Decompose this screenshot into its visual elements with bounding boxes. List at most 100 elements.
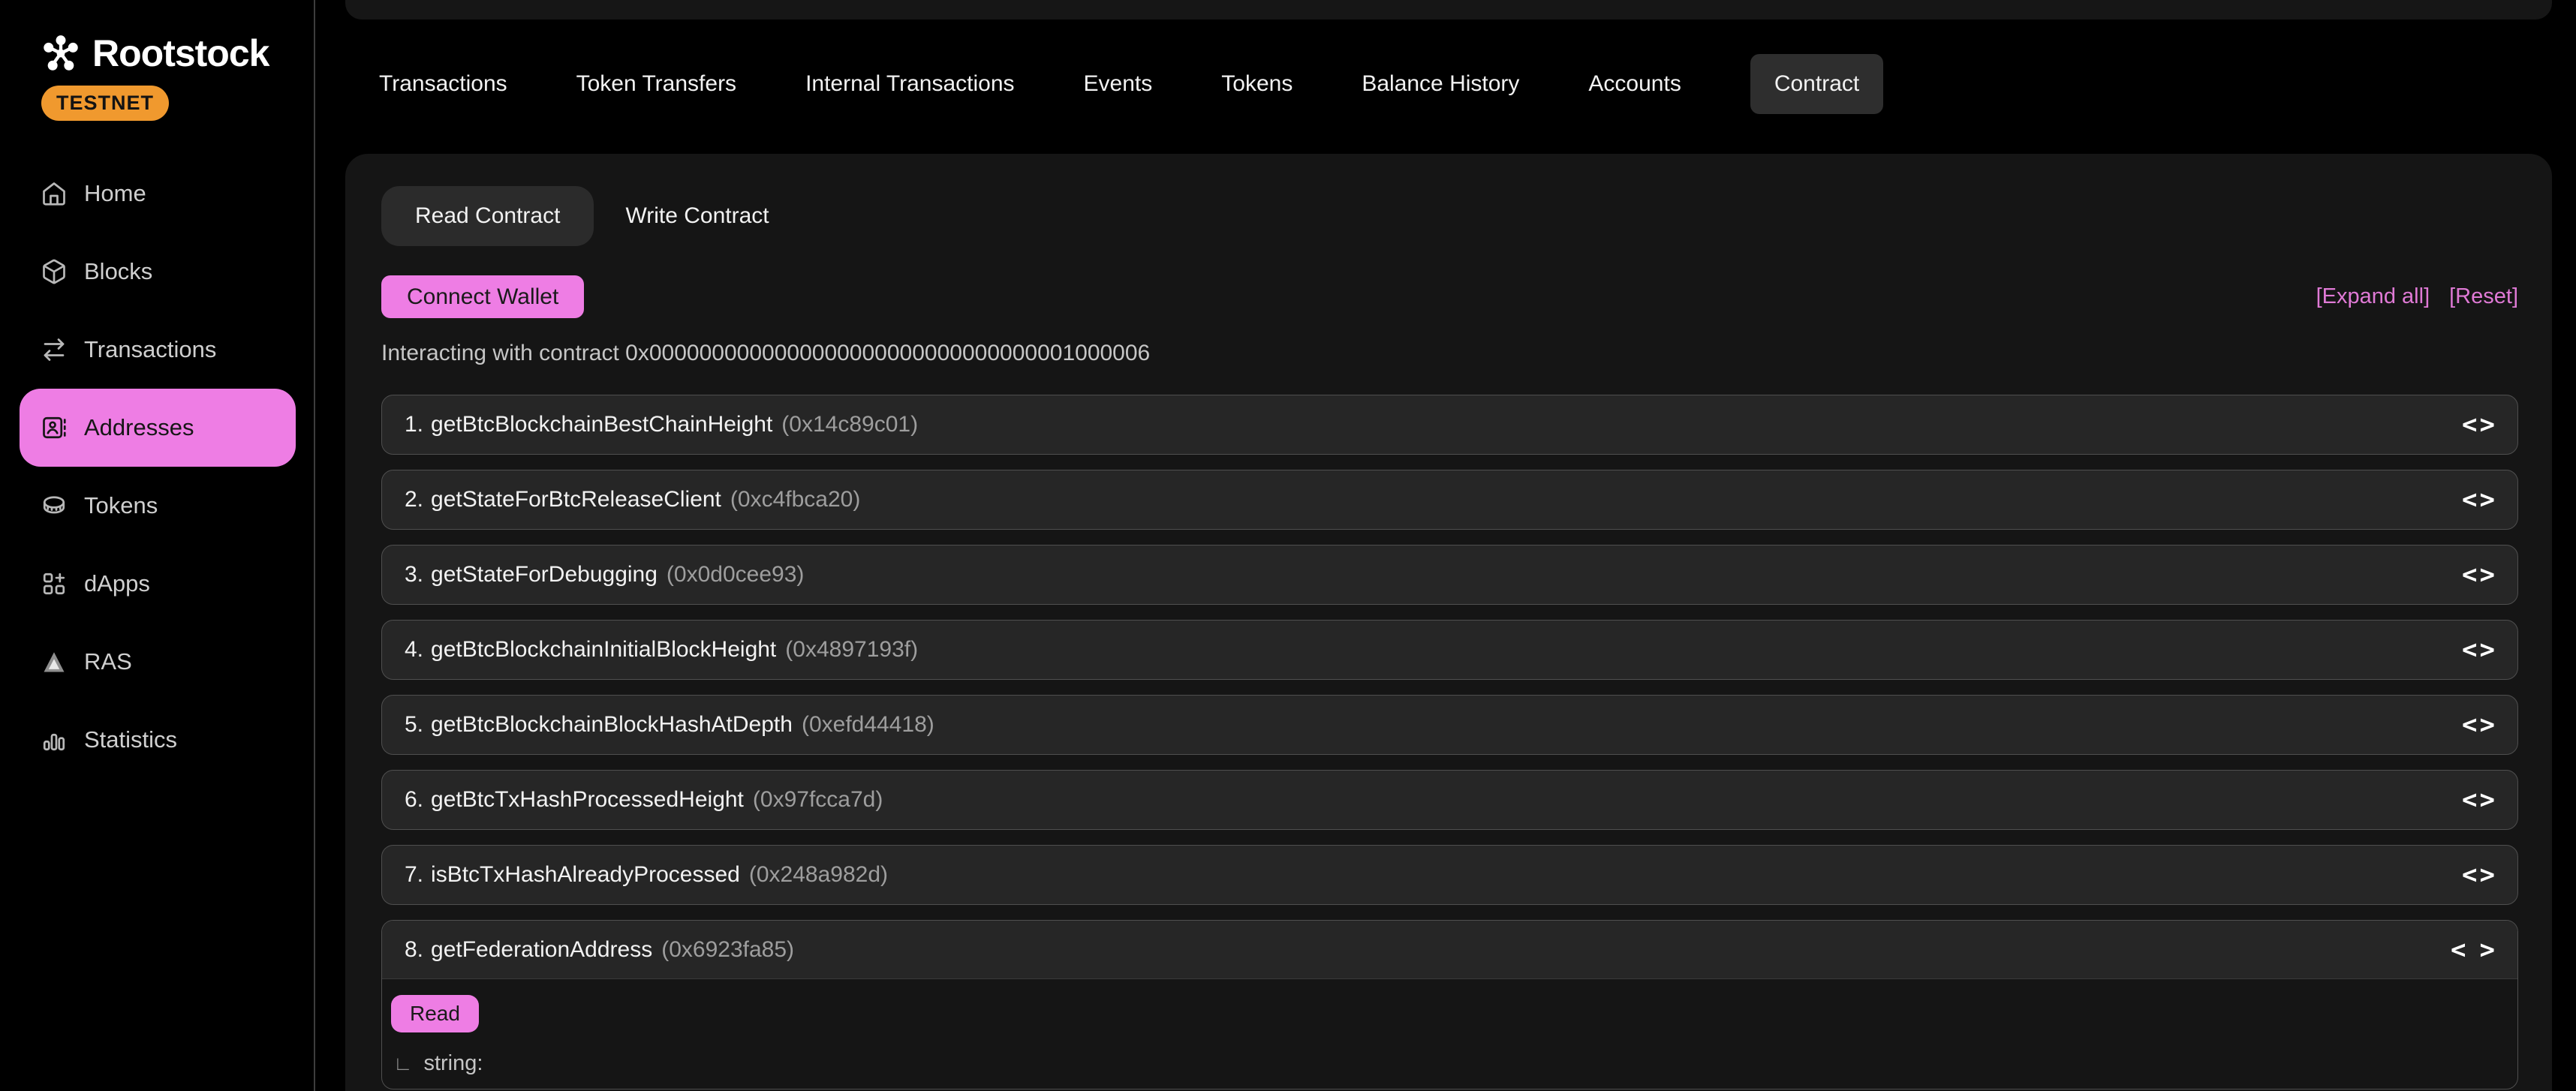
code-icon[interactable]: <> <box>2462 860 2495 890</box>
function-row-2[interactable]: 2. getStateForBtcReleaseClient (0xc4fbca… <box>381 470 2518 530</box>
sidebar-item-label: Home <box>84 180 146 207</box>
code-icon[interactable]: <> <box>2462 635 2495 665</box>
brand-name: Rootstock <box>92 32 269 75</box>
sidebar-item-label: Tokens <box>84 492 158 519</box>
code-icon[interactable]: <> <box>2462 485 2495 515</box>
function-row-8-expanded: 8. getFederationAddress (0x6923fa85) <> … <box>381 920 2518 1089</box>
sidebar-item-statistics[interactable]: Statistics <box>20 701 296 779</box>
function-name: isBtcTxHashAlreadyProcessed <box>431 862 740 888</box>
cube-icon <box>41 258 68 285</box>
code-icon[interactable]: <> <box>2462 560 2495 590</box>
bar-chart-icon <box>41 726 68 753</box>
function-name: getBtcBlockchainInitialBlockHeight <box>431 637 776 663</box>
function-row-8-body: Read ∟ string: <box>382 979 2517 1089</box>
contract-functions-list: 1. getBtcBlockchainBestChainHeight (0x14… <box>381 395 2518 1089</box>
tab-token-transfers[interactable]: Token Transfers <box>576 54 736 114</box>
sidebar-item-label: Blocks <box>84 258 152 285</box>
contract-subtabs: Read Contract Write Contract <box>381 186 2518 246</box>
function-row-5[interactable]: 5. getBtcBlockchainBlockHashAtDepth (0xe… <box>381 695 2518 755</box>
function-selector: (0x248a982d) <box>749 862 888 888</box>
tab-contract[interactable]: Contract <box>1750 54 1883 114</box>
read-button[interactable]: Read <box>391 995 479 1032</box>
function-number: 7. <box>405 862 423 888</box>
function-row-8-header[interactable]: 8. getFederationAddress (0x6923fa85) <> <box>382 921 2517 979</box>
tab-accounts[interactable]: Accounts <box>1588 54 1681 114</box>
coin-icon <box>41 492 68 519</box>
function-row-6[interactable]: 6. getBtcTxHashProcessedHeight (0x97fcca… <box>381 770 2518 830</box>
function-name: getStateForDebugging <box>431 562 658 588</box>
previous-section-edge <box>345 0 2552 20</box>
function-label: 3. getStateForDebugging (0x0d0cee93) <box>405 562 804 588</box>
function-number: 5. <box>405 712 423 738</box>
brand-logo[interactable]: Rootstock <box>41 32 314 75</box>
function-selector: (0x6923fa85) <box>661 937 794 963</box>
panel-actions: [Expand all] [Reset] <box>2316 284 2518 309</box>
sidebar-item-tokens[interactable]: Tokens <box>20 467 296 545</box>
code-icon[interactable]: <> <box>2462 410 2495 440</box>
function-row-3[interactable]: 3. getStateForDebugging (0x0d0cee93) <> <box>381 545 2518 605</box>
sidebar-item-addresses[interactable]: Addresses <box>20 389 296 467</box>
function-output-line: ∟ string: <box>393 1051 2495 1076</box>
expand-all-link[interactable]: [Expand all] <box>2316 284 2430 309</box>
function-label: 5. getBtcBlockchainBlockHashAtDepth (0xe… <box>405 712 934 738</box>
function-name: getFederationAddress <box>431 937 652 963</box>
output-type-label: string: <box>423 1051 483 1076</box>
sidebar-item-transactions[interactable]: Transactions <box>20 311 296 389</box>
contract-address: 0x00000000000000000000000000000000010000… <box>625 341 1150 365</box>
function-name: getBtcTxHashProcessedHeight <box>431 787 744 813</box>
function-label: 6. getBtcTxHashProcessedHeight (0x97fcca… <box>405 787 883 813</box>
function-row-1[interactable]: 1. getBtcBlockchainBestChainHeight (0x14… <box>381 395 2518 455</box>
swap-arrows-icon <box>41 336 68 363</box>
network-badge: TESTNET <box>41 86 169 121</box>
function-number: 6. <box>405 787 423 813</box>
triangle-icon <box>41 648 68 675</box>
tab-balance-history[interactable]: Balance History <box>1362 54 1519 114</box>
wallet-row: Connect Wallet [Expand all] [Reset] <box>381 275 2518 318</box>
function-label: 1. getBtcBlockchainBestChainHeight (0x14… <box>405 412 918 437</box>
function-selector: (0x97fcca7d) <box>753 787 883 813</box>
code-icon[interactable]: <> <box>2451 935 2495 965</box>
interacting-line: Interacting with contract 0x000000000000… <box>381 341 2518 366</box>
code-icon[interactable]: <> <box>2462 785 2495 815</box>
function-name: getBtcBlockchainBlockHashAtDepth <box>431 712 793 738</box>
sidebar-item-label: Statistics <box>84 726 177 753</box>
function-selector: (0xc4fbca20) <box>730 487 860 512</box>
function-number: 2. <box>405 487 423 512</box>
sidebar-item-blocks[interactable]: Blocks <box>20 233 296 311</box>
function-row-7[interactable]: 7. isBtcTxHashAlreadyProcessed (0x248a98… <box>381 845 2518 905</box>
interacting-prefix: Interacting with contract <box>381 341 619 365</box>
sidebar-nav: Home Blocks Transactions Addresses Token… <box>0 155 315 779</box>
sidebar-item-home[interactable]: Home <box>20 155 296 233</box>
function-selector: (0xefd44418) <box>802 712 934 738</box>
tab-write-contract[interactable]: Write Contract <box>625 186 769 246</box>
sidebar-item-label: RAS <box>84 648 132 675</box>
function-label: 4. getBtcBlockchainInitialBlockHeight (0… <box>405 637 918 663</box>
function-label: 8. getFederationAddress (0x6923fa85) <box>405 937 794 963</box>
function-selector: (0x4897193f) <box>785 637 918 663</box>
address-tabbar: Transactions Token Transfers Internal Tr… <box>379 54 1883 114</box>
sidebar: Rootstock TESTNET Home Blocks Transactio… <box>0 0 315 1091</box>
function-number: 1. <box>405 412 423 437</box>
function-name: getBtcBlockchainBestChainHeight <box>431 412 772 437</box>
tab-read-contract[interactable]: Read Contract <box>381 186 594 246</box>
home-icon <box>41 180 68 207</box>
sidebar-item-ras[interactable]: RAS <box>20 623 296 701</box>
function-name: getStateForBtcReleaseClient <box>431 487 721 512</box>
tab-transactions[interactable]: Transactions <box>379 54 507 114</box>
function-label: 2. getStateForBtcReleaseClient (0xc4fbca… <box>405 487 860 512</box>
rootstock-flower-icon <box>41 34 80 73</box>
tab-internal-transactions[interactable]: Internal Transactions <box>805 54 1014 114</box>
tab-tokens[interactable]: Tokens <box>1221 54 1293 114</box>
function-number: 8. <box>405 937 423 963</box>
sidebar-item-label: Addresses <box>84 414 194 441</box>
contact-card-icon <box>41 414 68 441</box>
tab-events[interactable]: Events <box>1084 54 1153 114</box>
code-icon[interactable]: <> <box>2462 710 2495 740</box>
reset-link[interactable]: [Reset] <box>2449 284 2518 309</box>
function-selector: (0x0d0cee93) <box>667 562 804 588</box>
connect-wallet-button[interactable]: Connect Wallet <box>381 275 584 318</box>
return-indicator-icon: ∟ <box>393 1052 412 1075</box>
function-row-4[interactable]: 4. getBtcBlockchainInitialBlockHeight (0… <box>381 620 2518 680</box>
sidebar-item-dapps[interactable]: dApps <box>20 545 296 623</box>
apps-grid-plus-icon <box>41 570 68 597</box>
